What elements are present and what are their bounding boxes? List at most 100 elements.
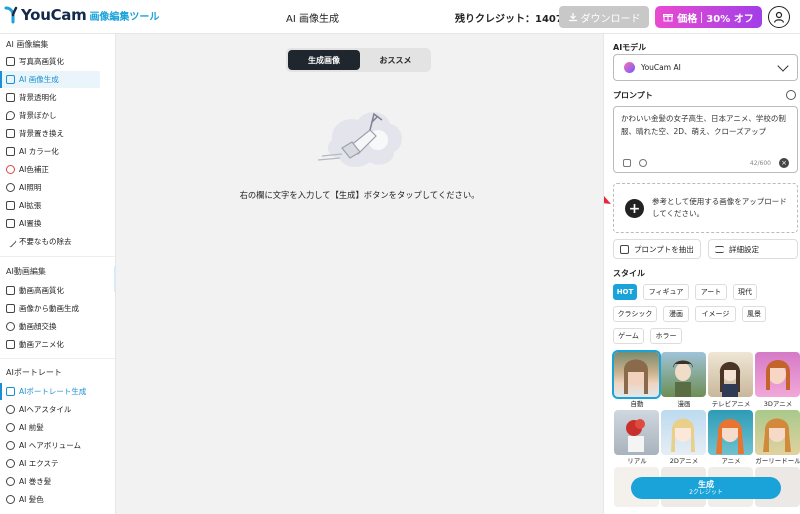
- sidebar-item-ai-image-gen[interactable]: AI 画像生成: [0, 71, 100, 88]
- clear-prompt-button[interactable]: ×: [779, 158, 789, 168]
- eraser-icon: [4, 235, 17, 248]
- sidebar-item-label: AI 巻き髪: [19, 477, 52, 486]
- sidebar-item-label: 背景置き換え: [19, 129, 64, 138]
- red-pointer-arrow: [604, 196, 611, 204]
- style-thumb-auto[interactable]: [612, 350, 661, 399]
- sidebar-item-label: 動画アニメ化: [19, 340, 64, 349]
- style-thumb-anime[interactable]: [708, 410, 753, 455]
- user-icon: [773, 11, 785, 23]
- sidebar-item-expand[interactable]: AI拡張: [0, 197, 100, 214]
- style-chip-art[interactable]: アート: [695, 284, 727, 300]
- price-separator: [701, 11, 703, 23]
- sidebar-item-upscale[interactable]: 写真高画質化: [0, 53, 100, 70]
- style-chip-image[interactable]: イメージ: [695, 306, 736, 322]
- sliders-icon: [715, 245, 724, 253]
- upload-hint: 参考として使用する画像をアップロードしてください。: [652, 197, 787, 218]
- prompt-label: プロンプト: [613, 91, 653, 100]
- sidebar-item-bangs[interactable]: AI 前髪: [0, 419, 100, 436]
- generate-button[interactable]: 生成 2クレジット: [631, 477, 781, 499]
- thumb-label: 自動: [630, 400, 644, 408]
- advanced-settings-label: 詳細設定: [729, 244, 759, 254]
- sidebar-item-hair-volume[interactable]: AI ヘアボリューム: [0, 437, 100, 454]
- sidebar-item-colorize[interactable]: AI カラー化: [0, 143, 100, 160]
- style-thumb-real[interactable]: [614, 410, 659, 455]
- sidebar-item-video-anime[interactable]: 動画アニメ化: [0, 336, 100, 353]
- portrait-icon: [6, 387, 15, 396]
- ai-model-select[interactable]: YouCam AI: [613, 54, 798, 81]
- lightbulb-icon[interactable]: [639, 159, 647, 167]
- sidebar-item-bg-replace[interactable]: 背景置き換え: [0, 125, 100, 142]
- sidebar-item-extensions[interactable]: AI エクステ: [0, 455, 100, 472]
- youcam-logo-icon: [4, 6, 18, 24]
- sidebar-item-hair-color[interactable]: AI 髪色: [0, 491, 100, 508]
- sidebar-item-label: AI エクステ: [19, 459, 59, 468]
- hair-extension-icon: [6, 459, 15, 468]
- sidebar-item-label: 動画顔交換: [19, 322, 57, 331]
- sidebar-item-video-faceswap[interactable]: 動画顔交換: [0, 318, 100, 335]
- download-button[interactable]: ダウンロード: [559, 6, 649, 28]
- sidebar-item-curly-hair[interactable]: AI 巻き髪: [0, 473, 100, 490]
- sidebar-item-label: AI置換: [19, 219, 42, 228]
- tab-recommended[interactable]: おススメ: [362, 50, 429, 70]
- replace-icon: [6, 219, 15, 228]
- app-root: YouCam 画像編集ツール AI 画像生成 残りクレジット：14073 ダウン…: [0, 0, 800, 514]
- style-thumb-tv-anime[interactable]: [708, 352, 753, 397]
- sidebar-divider: [0, 256, 115, 257]
- style-chip-landscape[interactable]: 風景: [742, 306, 766, 322]
- thumb-label: テレビアニメ: [711, 400, 751, 408]
- user-account-button[interactable]: [768, 6, 790, 28]
- sidebar-item-bg-blur[interactable]: 背景ぼかし: [0, 107, 100, 124]
- page-title: AI 画像生成: [286, 14, 339, 25]
- ai-model-label: AIモデル: [613, 43, 647, 52]
- style-thumb-3d-anime[interactable]: [755, 352, 800, 397]
- transparent-bg-icon: [6, 93, 15, 102]
- sidebar-item-ai-portrait[interactable]: AIポートレート生成: [0, 383, 100, 400]
- youcam-logo[interactable]: YouCam 画像編集ツール: [4, 6, 159, 24]
- sidebar-item-color-correct[interactable]: AI色補正: [0, 161, 100, 178]
- model-select-value: YouCam AI: [641, 63, 681, 72]
- prompt-char-count: 42/600: [749, 160, 771, 167]
- sidebar-item-replace[interactable]: AI置換: [0, 215, 100, 232]
- style-chip-manga[interactable]: 漫画: [663, 306, 689, 322]
- sidebar-item-object-remove[interactable]: 不要なもの除去: [0, 233, 100, 250]
- style-thumb-manga[interactable]: [661, 352, 706, 397]
- video-anime-icon: [6, 340, 15, 349]
- reference-image-upload[interactable]: + 参考として使用する画像をアップロードしてください。: [613, 183, 798, 233]
- sidebar-item-video-upscale[interactable]: 動画高画質化: [0, 282, 100, 299]
- brand-tool-label: 画像編集ツール: [89, 11, 160, 23]
- sidebar-item-hairstyle[interactable]: AIヘアスタイル: [0, 401, 100, 418]
- style-chip-game[interactable]: ゲーム: [613, 328, 644, 344]
- extract-prompt-button[interactable]: プロンプトを抽出: [613, 239, 701, 259]
- copy-icon[interactable]: [623, 159, 631, 167]
- style-thumb-2d-anime[interactable]: [661, 410, 706, 455]
- enhance-icon: [6, 57, 15, 66]
- sidebar-item-label: 写真高画質化: [19, 57, 64, 66]
- sidebar-item-label: 背景透明化: [19, 93, 57, 102]
- generate-label: 生成: [698, 479, 714, 489]
- advanced-settings-button[interactable]: 詳細設定: [708, 239, 798, 259]
- sidebar-item-image-to-video[interactable]: 画像から動画生成: [0, 300, 100, 317]
- style-thumb-girly-doll[interactable]: [755, 410, 800, 455]
- pricing-button[interactable]: 価格 30% オフ: [655, 6, 762, 28]
- sidebar-item-label: AIヘアスタイル: [19, 405, 72, 414]
- droplet-icon: [6, 111, 15, 120]
- sidebar-item-label: AI 髪色: [19, 495, 44, 504]
- style-chip-horror[interactable]: ホラー: [650, 328, 682, 344]
- generate-cost: 2クレジット: [689, 488, 723, 496]
- prompt-textarea[interactable]: かわいい金髪の女子高生、日本アニメ、学校の制服、晴れた空、2D、萌え、クローズア…: [613, 106, 798, 173]
- sidebar-item-lighting[interactable]: AI照明: [0, 179, 100, 196]
- sidebar-item-bg-remove[interactable]: 背景透明化: [0, 89, 100, 106]
- tab-generated-images[interactable]: 生成画像: [288, 50, 360, 70]
- credits-label: 残りクレジット：: [455, 14, 535, 25]
- prompt-text[interactable]: かわいい金髪の女子高生、日本アニメ、学校の制服、晴れた空、2D、萌え、クローズア…: [621, 112, 793, 138]
- style-chip-classic[interactable]: クラシック: [613, 306, 657, 322]
- history-icon[interactable]: [786, 90, 796, 100]
- style-label: スタイル: [613, 269, 645, 278]
- style-chip-hot[interactable]: HOT: [613, 284, 637, 300]
- hairstyle-icon: [6, 405, 15, 414]
- replace-bg-icon: [6, 129, 15, 138]
- style-chip-figure[interactable]: フィギュア: [643, 284, 689, 300]
- thumb-label: リアル: [627, 457, 647, 465]
- sidebar-item-label: AI照明: [19, 183, 42, 192]
- style-chip-modern[interactable]: 現代: [733, 284, 757, 300]
